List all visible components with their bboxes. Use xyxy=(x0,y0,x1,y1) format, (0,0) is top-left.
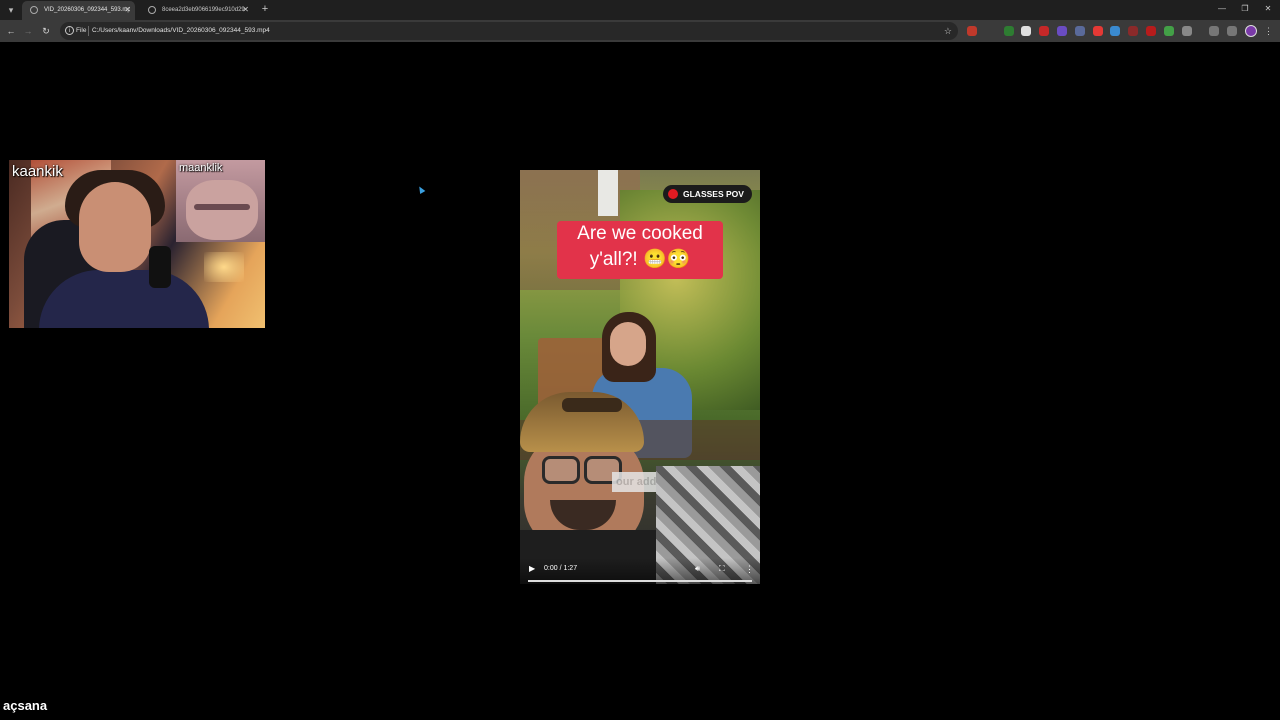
extension-icon[interactable] xyxy=(1021,26,1031,36)
video-controls: ▶ 0:00 / 1:27 🔊︎ ⛶ ⋮ xyxy=(520,558,760,584)
star-icon[interactable]: ☆ xyxy=(944,22,952,40)
divider xyxy=(88,26,89,36)
streamer-face xyxy=(79,182,151,272)
caption-line-1: Are we cooked xyxy=(577,223,703,244)
fullscreen-icon[interactable]: ⛶ xyxy=(719,563,725,575)
restore-icon[interactable]: ❐ xyxy=(1235,2,1255,16)
extension-icon[interactable] xyxy=(1093,26,1103,36)
puzzle-icon[interactable] xyxy=(1182,26,1192,36)
chevron-down-icon[interactable]: ▾ xyxy=(4,3,18,17)
glasses-left xyxy=(542,456,580,484)
page-content: kaankik maanklik our address GLASSES POV… xyxy=(0,42,1280,720)
kebab-menu-icon[interactable]: ⋮ xyxy=(1264,24,1273,38)
extension-icon[interactable] xyxy=(1164,26,1174,36)
close-icon[interactable]: ✕ xyxy=(242,1,249,19)
url-text[interactable]: C:/Users/kaanv/Downloads/VID_20260306_09… xyxy=(92,22,270,40)
info-icon[interactable]: i xyxy=(65,26,74,35)
media-icon[interactable] xyxy=(1227,26,1237,36)
extension-icon[interactable] xyxy=(967,26,977,36)
time-display: 0:00 / 1:27 xyxy=(544,565,578,572)
guest-name: maanklik xyxy=(179,162,223,174)
plus-icon[interactable]: + xyxy=(259,3,271,15)
download-icon[interactable] xyxy=(1209,26,1219,36)
badge-label: GLASSES POV xyxy=(683,189,744,199)
mouse-cursor xyxy=(416,184,426,195)
guest-eyes xyxy=(194,204,250,210)
address-bar[interactable]: i File C:/Users/kaanv/Downloads/VID_2026… xyxy=(60,22,958,40)
watermark-text: açsana xyxy=(3,698,48,713)
tab-bar: ▾ VID_20260306_092344_593.mp4 ✕ 8ceea2d3… xyxy=(0,0,1280,20)
extension-icon[interactable] xyxy=(1128,26,1138,36)
volume-icon[interactable]: 🔊︎ xyxy=(695,563,700,575)
tab-title: VID_20260306_092344_593.mp4 xyxy=(44,7,130,13)
caption-line-2: y'all?! 😬😳 xyxy=(589,249,691,270)
close-window-icon[interactable]: ✕ xyxy=(1258,2,1278,16)
avatar[interactable] xyxy=(1245,25,1257,37)
close-icon[interactable]: ✕ xyxy=(124,1,131,19)
extension-icon[interactable] xyxy=(1146,26,1156,36)
extension-icon[interactable] xyxy=(1004,26,1014,36)
globe-icon xyxy=(30,6,38,14)
tab-video[interactable]: VID_20260306_092344_593.mp4 ✕ xyxy=(22,1,135,20)
hat-patch xyxy=(562,398,622,412)
video-caption: Are we cooked y'all?! 😬😳 xyxy=(557,221,723,279)
extension-icon[interactable] xyxy=(1057,26,1067,36)
extension-icon[interactable] xyxy=(1039,26,1049,36)
guest-face xyxy=(186,180,258,240)
more-options-icon[interactable]: ⋮ xyxy=(745,563,754,575)
browser-toolbar: ← → ↻ i File C:/Users/kaanv/Downloads/VI… xyxy=(0,20,1280,42)
minimize-icon[interactable]: — xyxy=(1212,2,1232,16)
extension-icon[interactable] xyxy=(1075,26,1085,36)
streamer-facecam: kaankik maanklik xyxy=(9,160,265,328)
scheme-label: File xyxy=(76,27,87,34)
tab-title: 8ceea2d3eb9066199ec910d29 xyxy=(162,7,245,13)
extension-icon[interactable] xyxy=(1110,26,1120,36)
glasses-pov-badge: GLASSES POV xyxy=(663,185,752,203)
streamer-name: kaankik xyxy=(12,163,63,180)
arrow-right-icon[interactable]: → xyxy=(20,23,36,39)
play-icon[interactable]: ▶ xyxy=(529,563,535,575)
arrow-left-icon[interactable]: ← xyxy=(3,23,19,39)
video-player[interactable]: our address GLASSES POV Are we cooked y'… xyxy=(520,170,760,584)
window xyxy=(598,170,618,216)
lamp-glow xyxy=(204,252,244,282)
progress-bar[interactable] xyxy=(528,580,752,582)
globe-icon xyxy=(148,6,156,14)
woman-face xyxy=(610,322,646,366)
microphone xyxy=(149,246,171,288)
record-dot-icon xyxy=(668,189,678,199)
reload-icon[interactable]: ↻ xyxy=(38,23,54,39)
tab-second[interactable]: 8ceea2d3eb9066199ec910d29 ✕ xyxy=(140,1,253,20)
